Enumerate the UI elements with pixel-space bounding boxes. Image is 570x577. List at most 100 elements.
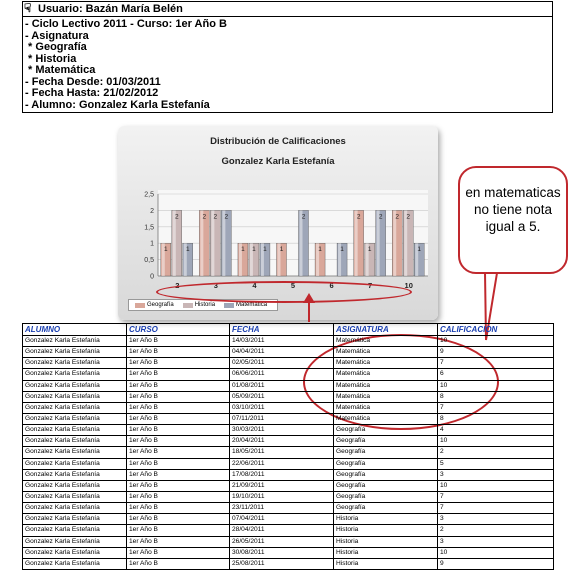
table-cell: Gonzalez Karla Estefanía — [22, 490, 127, 504]
table-row: Gonzalez Karla Estefanía 1er Año B 17/08/2… — [22, 468, 554, 481]
table-header-row: ALUMNO CURSO FECHA ASIGNATURA CALIFICACI… — [22, 323, 554, 336]
table-cell: Geografía — [333, 424, 438, 437]
table-cell: Gonzalez Karla Estefanía — [22, 513, 127, 526]
table-cell: 10 — [437, 479, 554, 492]
table-cell: 2 — [437, 524, 554, 537]
table-body: Gonzalez Karla Estefanía 1er Año B 14/03/2… — [22, 334, 554, 570]
table-cell: Geografía — [333, 490, 438, 504]
table-cell: 3 — [437, 513, 554, 526]
table-row: Gonzalez Karla Estefanía 1er Año B 14/03/2… — [22, 334, 554, 348]
table-cell: 14/03/2011 — [229, 334, 334, 348]
annotation-arrow-head — [303, 293, 315, 303]
table-cell: 22/06/2011 — [229, 457, 334, 470]
table-row: Gonzalez Karla Estefanía 1er Año B 02/05/2… — [22, 357, 554, 370]
table-cell: Geografía — [333, 502, 438, 515]
table-cell: 1er Año B — [126, 513, 230, 526]
table-cell: Geografía — [333, 446, 438, 459]
table-cell: 8 — [437, 390, 554, 403]
table-cell: 1er Año B — [126, 368, 230, 381]
table-cell: 26/05/2011 — [229, 535, 334, 548]
table-row: Gonzalez Karla Estefanía 1er Año B 07/04/2… — [22, 513, 554, 526]
table-cell: 9 — [437, 346, 554, 359]
table-cell: Matemática — [333, 357, 438, 370]
table-cell: 7 — [437, 502, 554, 515]
table-cell: 6 — [437, 368, 554, 381]
table-cell: 25/08/2011 — [229, 557, 334, 570]
table-cell: 8 — [437, 412, 554, 426]
table-cell: 2 — [437, 446, 554, 459]
table-cell: 01/08/2011 — [229, 379, 334, 392]
table-cell: Gonzalez Karla Estefanía — [22, 468, 127, 481]
table-cell: Gonzalez Karla Estefanía — [22, 435, 127, 448]
table-row: Gonzalez Karla Estefanía 1er Año B 28/04/2… — [22, 524, 554, 537]
table-cell: 10 — [437, 435, 554, 448]
table-cell: Gonzalez Karla Estefanía — [22, 479, 127, 492]
table-cell: 7 — [437, 490, 554, 504]
table-row: Gonzalez Karla Estefanía 1er Año B 26/05/2… — [22, 535, 554, 548]
table-row: Gonzalez Karla Estefanía 1er Año B 01/08/2… — [22, 379, 554, 392]
table-row: Gonzalez Karla Estefanía 1er Año B 23/11/2… — [22, 502, 554, 515]
table-cell: Matemática — [333, 334, 438, 348]
table-cell: 3 — [437, 468, 554, 481]
column-header-fecha: FECHA — [229, 323, 334, 336]
table-row: Gonzalez Karla Estefanía 1er Año B 30/03/2… — [22, 424, 554, 437]
table-cell: 10 — [437, 334, 554, 348]
table-cell: Gonzalez Karla Estefanía — [22, 546, 127, 559]
table-cell: Geografía — [333, 468, 438, 481]
table-cell: 1er Año B — [126, 490, 230, 504]
table-row: Gonzalez Karla Estefanía 1er Año B 03/10/2… — [22, 401, 554, 414]
table-cell: 04/04/2011 — [229, 346, 334, 359]
table-row: Gonzalez Karla Estefanía 1er Año B 06/06/2… — [22, 368, 554, 381]
table-cell: 3 — [437, 535, 554, 548]
table-cell: 1er Año B — [126, 446, 230, 459]
table-cell: 1er Año B — [126, 435, 230, 448]
table-cell: Gonzalez Karla Estefanía — [22, 446, 127, 459]
table-cell: 10 — [437, 379, 554, 392]
table-cell: Gonzalez Karla Estefanía — [22, 346, 127, 359]
table-row: Gonzalez Karla Estefanía 1er Año B 21/09/2… — [22, 479, 554, 492]
table-cell: Matemática — [333, 390, 438, 403]
table-row: Gonzalez Karla Estefanía 1er Año B 25/08/2… — [22, 557, 554, 570]
table-cell: 1er Año B — [126, 557, 230, 570]
table-cell: 1er Año B — [126, 479, 230, 492]
table-row: Gonzalez Karla Estefanía 1er Año B 19/10/2… — [22, 490, 554, 504]
table-cell: Gonzalez Karla Estefanía — [22, 457, 127, 470]
column-header-calificacion: CALIFICACION — [437, 323, 554, 336]
table-cell: Gonzalez Karla Estefanía — [22, 412, 127, 426]
table-cell: Geografía — [333, 457, 438, 470]
table-cell: 28/04/2011 — [229, 524, 334, 537]
table-cell: 1er Año B — [126, 412, 230, 426]
table-cell: 17/08/2011 — [229, 468, 334, 481]
table-cell: 1er Año B — [126, 424, 230, 437]
annotation-callout: en matematicas no tiene nota igual a 5. — [458, 166, 568, 274]
table-cell: Historia — [333, 524, 438, 537]
table-cell: Historia — [333, 546, 438, 559]
table-cell: Gonzalez Karla Estefanía — [22, 535, 127, 548]
table-cell: Gonzalez Karla Estefanía — [22, 557, 127, 570]
table-cell: 23/11/2011 — [229, 502, 334, 515]
table-cell: 1er Año B — [126, 535, 230, 548]
table-cell: Gonzalez Karla Estefanía — [22, 390, 127, 403]
table-cell: 7 — [437, 357, 554, 370]
column-header-alumno: ALUMNO — [22, 323, 127, 336]
table-cell: 1er Año B — [126, 546, 230, 559]
table-cell: 20/04/2011 — [229, 435, 334, 448]
table-cell: 06/06/2011 — [229, 368, 334, 381]
grades-table: ALUMNO CURSO FECHA ASIGNATURA CALIFICACI… — [22, 323, 554, 570]
table-cell: Gonzalez Karla Estefanía — [22, 368, 127, 381]
table-cell: 10 — [437, 546, 554, 559]
table-row: Gonzalez Karla Estefanía 1er Año B 05/09/2… — [22, 390, 554, 403]
table-cell: Historia — [333, 557, 438, 570]
table-cell: Gonzalez Karla Estefanía — [22, 334, 127, 348]
table-cell: 1er Año B — [126, 379, 230, 392]
table-cell: 02/05/2011 — [229, 357, 334, 370]
table-cell: 1er Año B — [126, 334, 230, 348]
table-cell: 1er Año B — [126, 502, 230, 515]
table-cell: Matemática — [333, 412, 438, 426]
table-row: Gonzalez Karla Estefanía 1er Año B 22/06/2… — [22, 457, 554, 470]
table-row: Gonzalez Karla Estefanía 1er Año B 07/11/2… — [22, 412, 554, 426]
table-cell: 1er Año B — [126, 401, 230, 414]
table-cell: 05/09/2011 — [229, 390, 334, 403]
table-cell: 30/08/2011 — [229, 546, 334, 559]
table-cell: Geografía — [333, 479, 438, 492]
